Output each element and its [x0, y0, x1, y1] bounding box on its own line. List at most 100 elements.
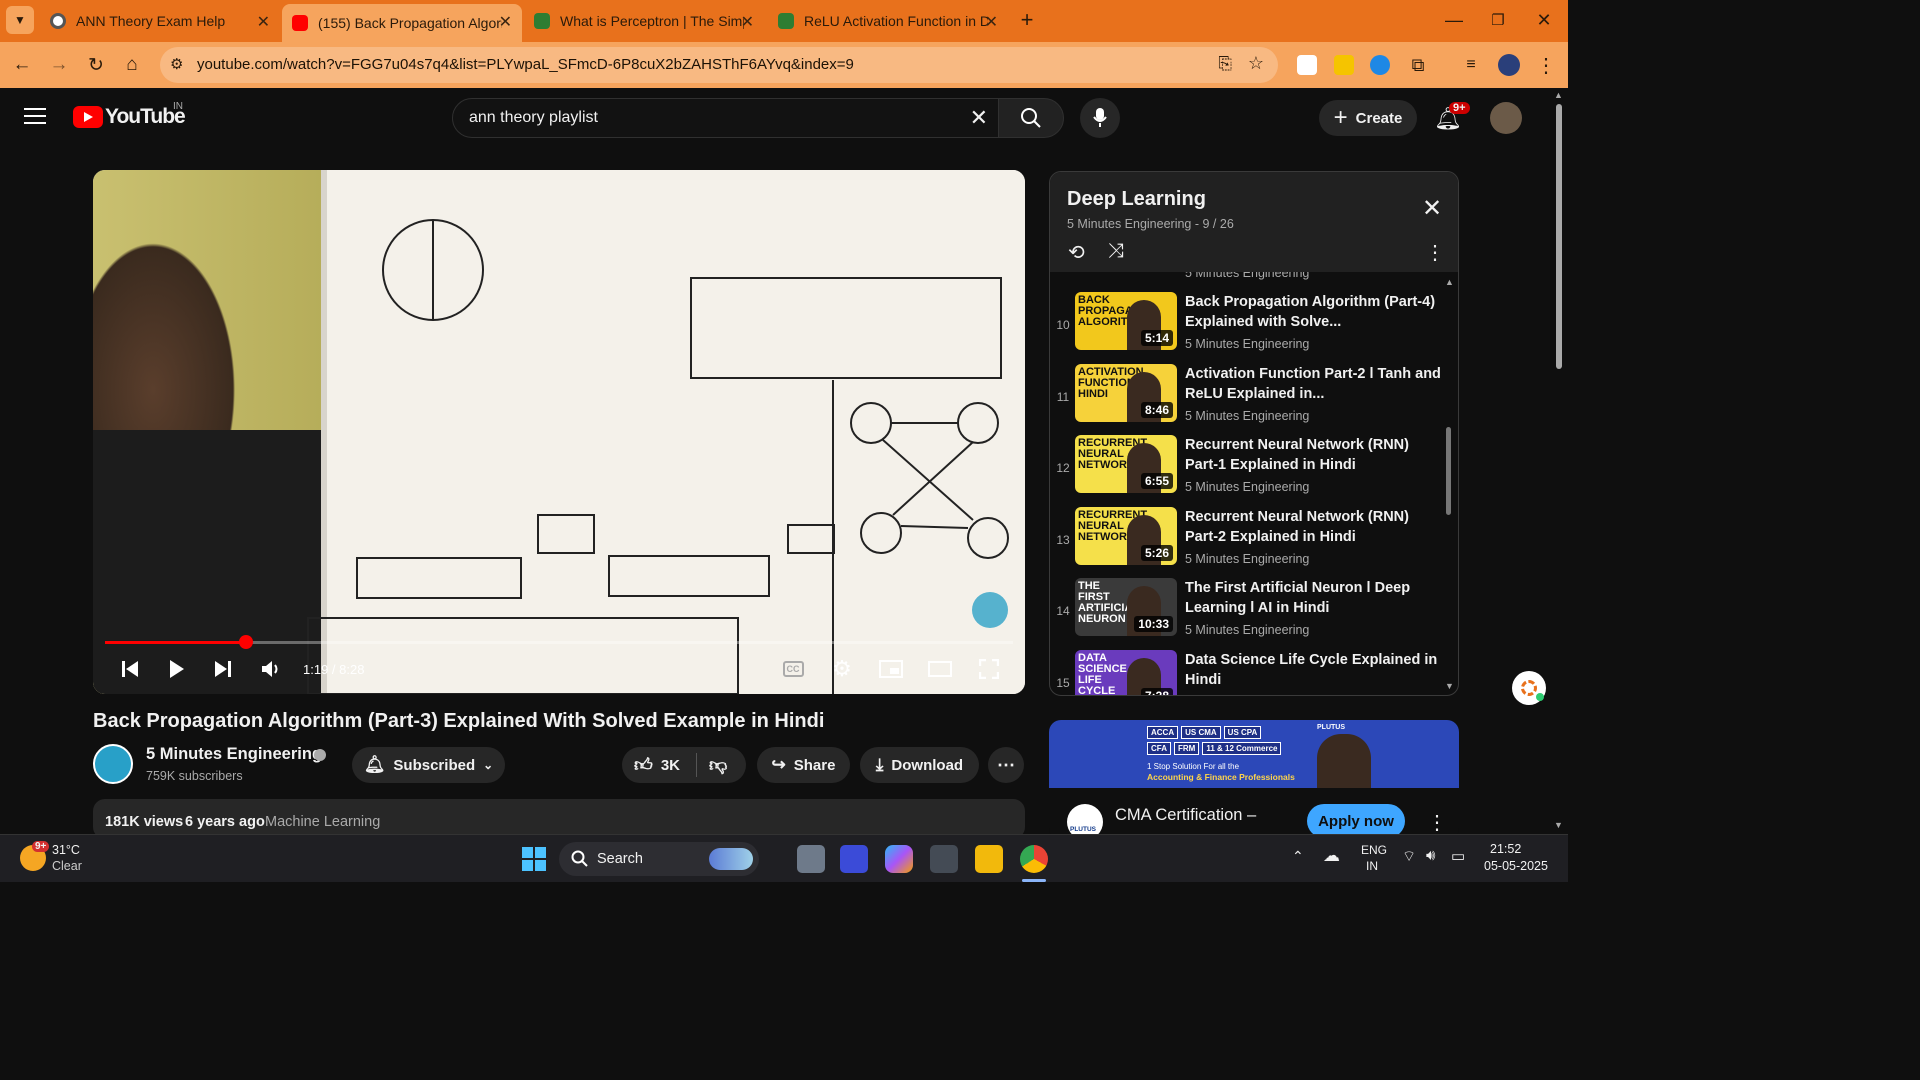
home-icon[interactable]: ⌂ [118, 51, 146, 79]
back-arrow-icon[interactable]: ← [8, 51, 36, 79]
ad-banner-image[interactable]: ACCA US CMA US CPA CFA FRM 11 & 12 Commerce … [1049, 720, 1459, 788]
ai-app-icon[interactable] [840, 845, 868, 873]
miniplayer-icon[interactable] [876, 654, 906, 684]
system-tray-chevron-icon[interactable]: ⌃ [1292, 848, 1304, 865]
voice-search-button[interactable] [1080, 98, 1120, 138]
site-info-icon[interactable]: ⚙ [170, 55, 183, 73]
account-avatar[interactable] [1490, 102, 1522, 134]
reload-icon[interactable]: ↻ [82, 51, 110, 79]
playlist-item-thumbnail[interactable]: RECURRENT NEURAL NETWORK 5:26 [1075, 507, 1177, 565]
bookmark-star-icon[interactable]: ☆ [1248, 53, 1264, 74]
extension-download-icon[interactable] [1370, 55, 1390, 75]
next-video-icon[interactable] [208, 654, 238, 684]
progress-scrubber[interactable] [238, 635, 253, 649]
playlist-item-title[interactable]: Data Science Life Cycle Explained in Hin… [1185, 650, 1445, 690]
playlist-item-thumbnail[interactable]: ACTIVATION FUNCTION HINDI 8:46 [1075, 364, 1177, 422]
tab-perceptron[interactable]: What is Perceptron | The Simple ✕ [524, 4, 764, 38]
windows-start-icon[interactable] [522, 847, 546, 871]
volume-icon[interactable] [256, 654, 286, 684]
fullscreen-icon[interactable] [974, 654, 1004, 684]
chrome-menu-icon[interactable]: ⋮ [1532, 51, 1560, 79]
create-button[interactable]: + Create [1319, 100, 1417, 136]
onedrive-cloud-icon[interactable]: ☁ [1323, 846, 1340, 866]
search-input[interactable]: ann theory playlist ✕ [452, 98, 999, 138]
playlist-item-title[interactable]: Recurrent Neural Network (RNN) Part-1 Ex… [1185, 435, 1445, 475]
playlist-item-title[interactable]: The First Artificial Neuron l Deep Learn… [1185, 578, 1445, 618]
channel-name[interactable]: 5 Minutes Engineering [146, 745, 322, 764]
extension-yellow-icon[interactable] [1334, 55, 1354, 75]
channel-avatar[interactable] [93, 744, 133, 784]
clear-search-icon[interactable]: ✕ [970, 105, 988, 131]
tab-back-propagation[interactable]: (155) Back Propagation Algorith ✕ [282, 4, 522, 42]
subscribed-button[interactable]: 🔔︎ Subscribed ⌄ [352, 747, 505, 783]
download-button[interactable]: ⤓ Download [860, 747, 979, 783]
url-field[interactable]: ⚙ youtube.com/watch?v=FGG7u04s7q4&list=P… [160, 47, 1278, 83]
shuffle-icon[interactable]: ⤨ [1108, 240, 1124, 263]
speaker-icon[interactable]: 🔊︎ [1426, 847, 1435, 864]
playlist-item-thumbnail[interactable]: RECURRENT NEURAL NETWORK 6:55 [1075, 435, 1177, 493]
close-window-icon[interactable]: ✕ [1530, 6, 1558, 34]
dislike-thumb-icon[interactable]: 👎︎ [709, 754, 727, 776]
tab-search-chevron-icon[interactable]: ▼ [6, 6, 34, 34]
clock-date[interactable]: 05-05-2025 [1484, 859, 1548, 873]
forward-arrow-icon[interactable]: → [45, 51, 73, 79]
playlist-item-title[interactable]: Back Propagation Algorithm (Part-4) Expl… [1185, 292, 1445, 332]
playlist-item[interactable]: 14 THE FIRST ARTIFICIAL NEURON 10:33 The Fi… [1050, 578, 1450, 650]
ad-more-icon[interactable]: ⋮ [1427, 810, 1447, 835]
extension-notes-icon[interactable] [1297, 55, 1317, 75]
like-count[interactable]: 3K [661, 757, 680, 774]
profile-avatar[interactable] [1498, 54, 1520, 76]
weather-temp[interactable]: 31°C [52, 843, 80, 857]
video-category[interactable]: Machine Learning [265, 814, 380, 830]
playlist-item[interactable]: 15 DATA SCIENCE LIFE CYCLE 7:38 Data Scienc… [1050, 650, 1450, 695]
like-thumb-icon[interactable]: 👍︎ [634, 754, 653, 776]
search-button[interactable] [998, 98, 1064, 138]
close-tab-icon[interactable]: ✕ [741, 12, 754, 32]
new-tab-icon[interactable]: + [1013, 6, 1041, 34]
playlist-item[interactable]: 12 RECURRENT NEURAL NETWORK 6:55 Recurrent … [1050, 435, 1450, 507]
play-icon[interactable] [162, 654, 192, 684]
wifi-icon[interactable]: ⌔ [1402, 847, 1416, 866]
sponsored-ad[interactable]: ACCA US CMA US CPA CFA FRM 11 & 12 Commerce … [1049, 720, 1459, 840]
restore-icon[interactable]: ❐ [1484, 6, 1512, 34]
share-button[interactable]: ↪ Share [757, 747, 850, 783]
playlist-title[interactable]: Deep Learning [1067, 188, 1206, 211]
floating-assistant-icon[interactable] [1512, 671, 1546, 705]
app-cube-icon[interactable] [930, 845, 958, 873]
youtube-logo-icon[interactable] [73, 106, 103, 128]
playlist-item[interactable]: 10 BACK PROPAGATION ALGORITHM 5:14 Back Pro… [1050, 292, 1450, 364]
copilot-icon[interactable] [885, 845, 913, 873]
close-tab-icon[interactable]: ✕ [985, 12, 998, 32]
page-scrollbar[interactable]: ▲ ▼ [1550, 88, 1568, 834]
install-app-icon[interactable]: ⎘ [1218, 54, 1232, 74]
taskbar-search[interactable]: Search [559, 842, 759, 876]
chrome-icon[interactable] [1020, 845, 1048, 873]
loop-icon[interactable]: ⟲ [1068, 240, 1085, 265]
playlist-more-icon[interactable]: ⋮ [1425, 240, 1445, 265]
settings-gear-icon[interactable]: ⚙ [827, 654, 857, 684]
close-tab-icon[interactable]: ✕ [257, 12, 270, 32]
battery-icon[interactable]: ▭ [1451, 847, 1465, 865]
playlist-item[interactable]: 13 RECURRENT NEURAL NETWORK 5:26 Recurrent … [1050, 507, 1450, 579]
tab-ann-theory[interactable]: ANN Theory Exam Help ✕ [40, 4, 280, 38]
subtitles-icon[interactable]: CC [778, 654, 808, 684]
extensions-puzzle-icon[interactable]: ⧉ [1404, 51, 1432, 79]
apply-now-button[interactable]: Apply now [1307, 804, 1405, 838]
close-playlist-icon[interactable]: ✕ [1422, 194, 1442, 223]
minimize-icon[interactable]: — [1440, 6, 1468, 34]
task-view-icon[interactable] [797, 845, 825, 873]
more-actions-button[interactable]: ⋯ [988, 747, 1024, 783]
hamburger-menu-icon[interactable] [24, 108, 46, 124]
tab-relu[interactable]: ReLU Activation Function in Dee ✕ [768, 4, 1008, 38]
playlist-item-title[interactable]: Activation Function Part-2 l Tanh and Re… [1185, 364, 1445, 404]
playlist-item-thumbnail[interactable]: THE FIRST ARTIFICIAL NEURON 10:33 [1075, 578, 1177, 636]
ad-title[interactable]: CMA Certification – [1115, 806, 1256, 825]
previous-video-icon[interactable] [115, 654, 145, 684]
file-explorer-icon[interactable] [975, 845, 1003, 873]
playlist-scrollbar[interactable]: ▲ ▼ [1444, 277, 1454, 695]
description-box[interactable]: 181K views 6 years ago Machine Learning [93, 799, 1025, 839]
clock-time[interactable]: 21:52 [1490, 842, 1521, 856]
playlist-item-title[interactable]: Recurrent Neural Network (RNN) Part-2 Ex… [1185, 507, 1445, 547]
language-indicator[interactable]: ENG [1361, 843, 1387, 857]
theater-mode-icon[interactable] [925, 654, 955, 684]
